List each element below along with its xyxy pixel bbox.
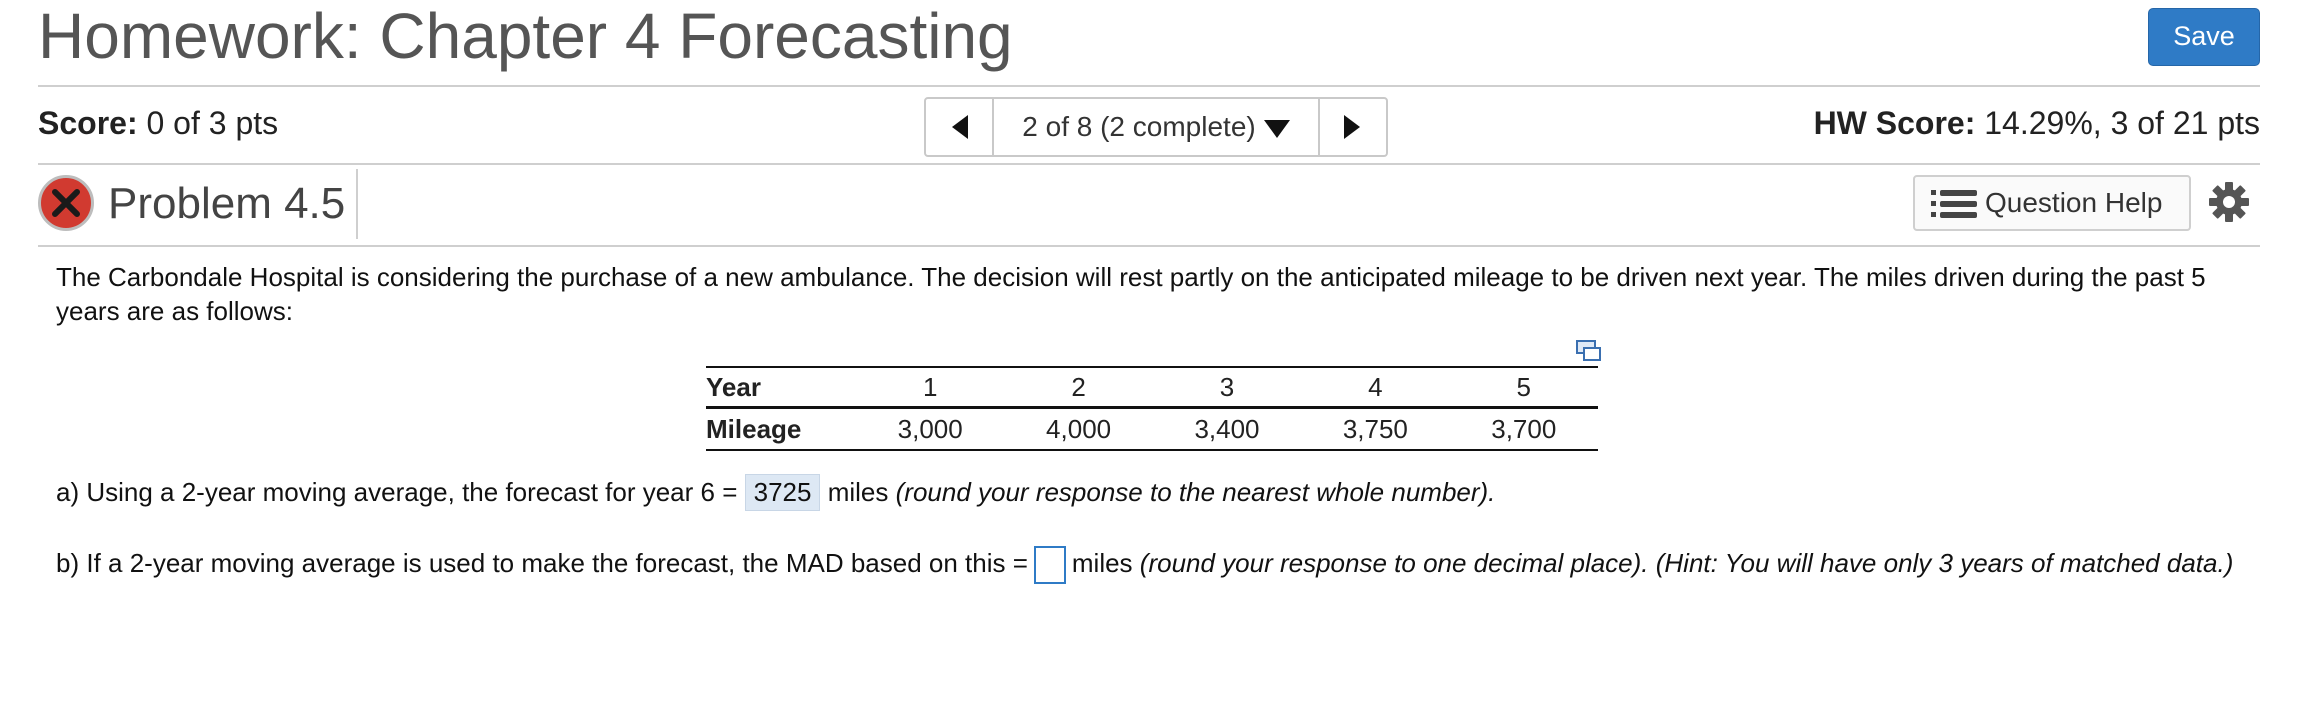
list-icon	[1931, 190, 1977, 218]
score: Score: 0 of 3 pts	[38, 105, 278, 142]
table-row: Year 1 2 3 4 5	[706, 366, 1598, 409]
question-help-button[interactable]: Question Help	[1913, 175, 2191, 231]
table-cell: 5	[1449, 366, 1598, 409]
next-question-button[interactable]	[1318, 99, 1386, 155]
page-title: Homework: Chapter 4 Forecasting	[38, 0, 1013, 72]
mileage-table: Year 1 2 3 4 5 Mileage 3,000 4,000 3,400…	[706, 366, 1598, 451]
problem-bar: Problem 4.5 Question Help	[38, 163, 2260, 247]
part-b-answer-input[interactable]	[1033, 546, 1066, 585]
score-bar: Score: 0 of 3 pts 2 of 8 (2 complete) HW…	[38, 85, 2260, 165]
part-a-answer[interactable]: 3725	[744, 474, 821, 511]
dropdown-caret-icon	[1263, 119, 1290, 138]
part-a-unit: miles	[827, 477, 889, 507]
table-row-label: Year	[706, 366, 856, 409]
part-b-prompt: b) If a 2-year moving average is used to…	[56, 548, 1028, 578]
part-b-unit: miles	[1071, 548, 1133, 578]
homework-page: Homework: Chapter 4 Forecasting Save Sco…	[0, 0, 2300, 728]
score-value: 0 of 3 pts	[146, 105, 279, 141]
question-position-text: 2 of 8 (2 complete)	[1022, 111, 1256, 142]
question-help-label: Question Help	[1985, 187, 2163, 218]
table-cell: 3,750	[1301, 407, 1450, 451]
hw-score: HW Score: 14.29%, 3 of 21 pts	[1814, 105, 2260, 142]
previous-question-button[interactable]	[926, 99, 994, 155]
score-label: Score:	[38, 105, 138, 141]
header: Homework: Chapter 4 Forecasting Save	[38, 0, 2260, 87]
incorrect-x-icon	[38, 175, 94, 231]
table-row: Mileage 3,000 4,000 3,400 3,750 3,700	[706, 407, 1598, 451]
divider	[356, 169, 358, 239]
part-a-hint: (round your response to the nearest whol…	[895, 477, 1496, 507]
table-row-label: Mileage	[706, 407, 856, 451]
table-cell: 3,400	[1152, 407, 1302, 451]
table-cell: 4	[1301, 366, 1450, 409]
part-b: b) If a 2-year moving average is used to…	[56, 544, 2256, 585]
table-cell: 4,000	[1004, 407, 1153, 451]
table-cell: 2	[1004, 366, 1153, 409]
table-cell: 3	[1152, 366, 1302, 409]
save-button[interactable]: Save	[2148, 8, 2260, 66]
hw-score-value: 14.29%, 3 of 21 pts	[1984, 105, 2260, 141]
popout-table-icon[interactable]	[1576, 340, 1602, 362]
gear-icon[interactable]	[2208, 181, 2250, 223]
question-navigator: 2 of 8 (2 complete)	[924, 97, 1388, 157]
question-selector[interactable]: 2 of 8 (2 complete)	[994, 99, 1318, 155]
question-intro: The Carbondale Hospital is considering t…	[56, 262, 2206, 326]
table-cell: 3,000	[856, 407, 1005, 451]
part-a: a) Using a 2-year moving average, the fo…	[56, 474, 1495, 511]
part-b-hint: (round your response to one decimal plac…	[1139, 548, 2234, 578]
table-cell: 3,700	[1449, 407, 1598, 451]
part-a-prompt: a) Using a 2-year moving average, the fo…	[56, 477, 738, 507]
table-cell: 1	[856, 366, 1005, 409]
problem-title: Problem 4.5	[108, 179, 346, 228]
hw-score-label: HW Score:	[1813, 105, 1976, 141]
